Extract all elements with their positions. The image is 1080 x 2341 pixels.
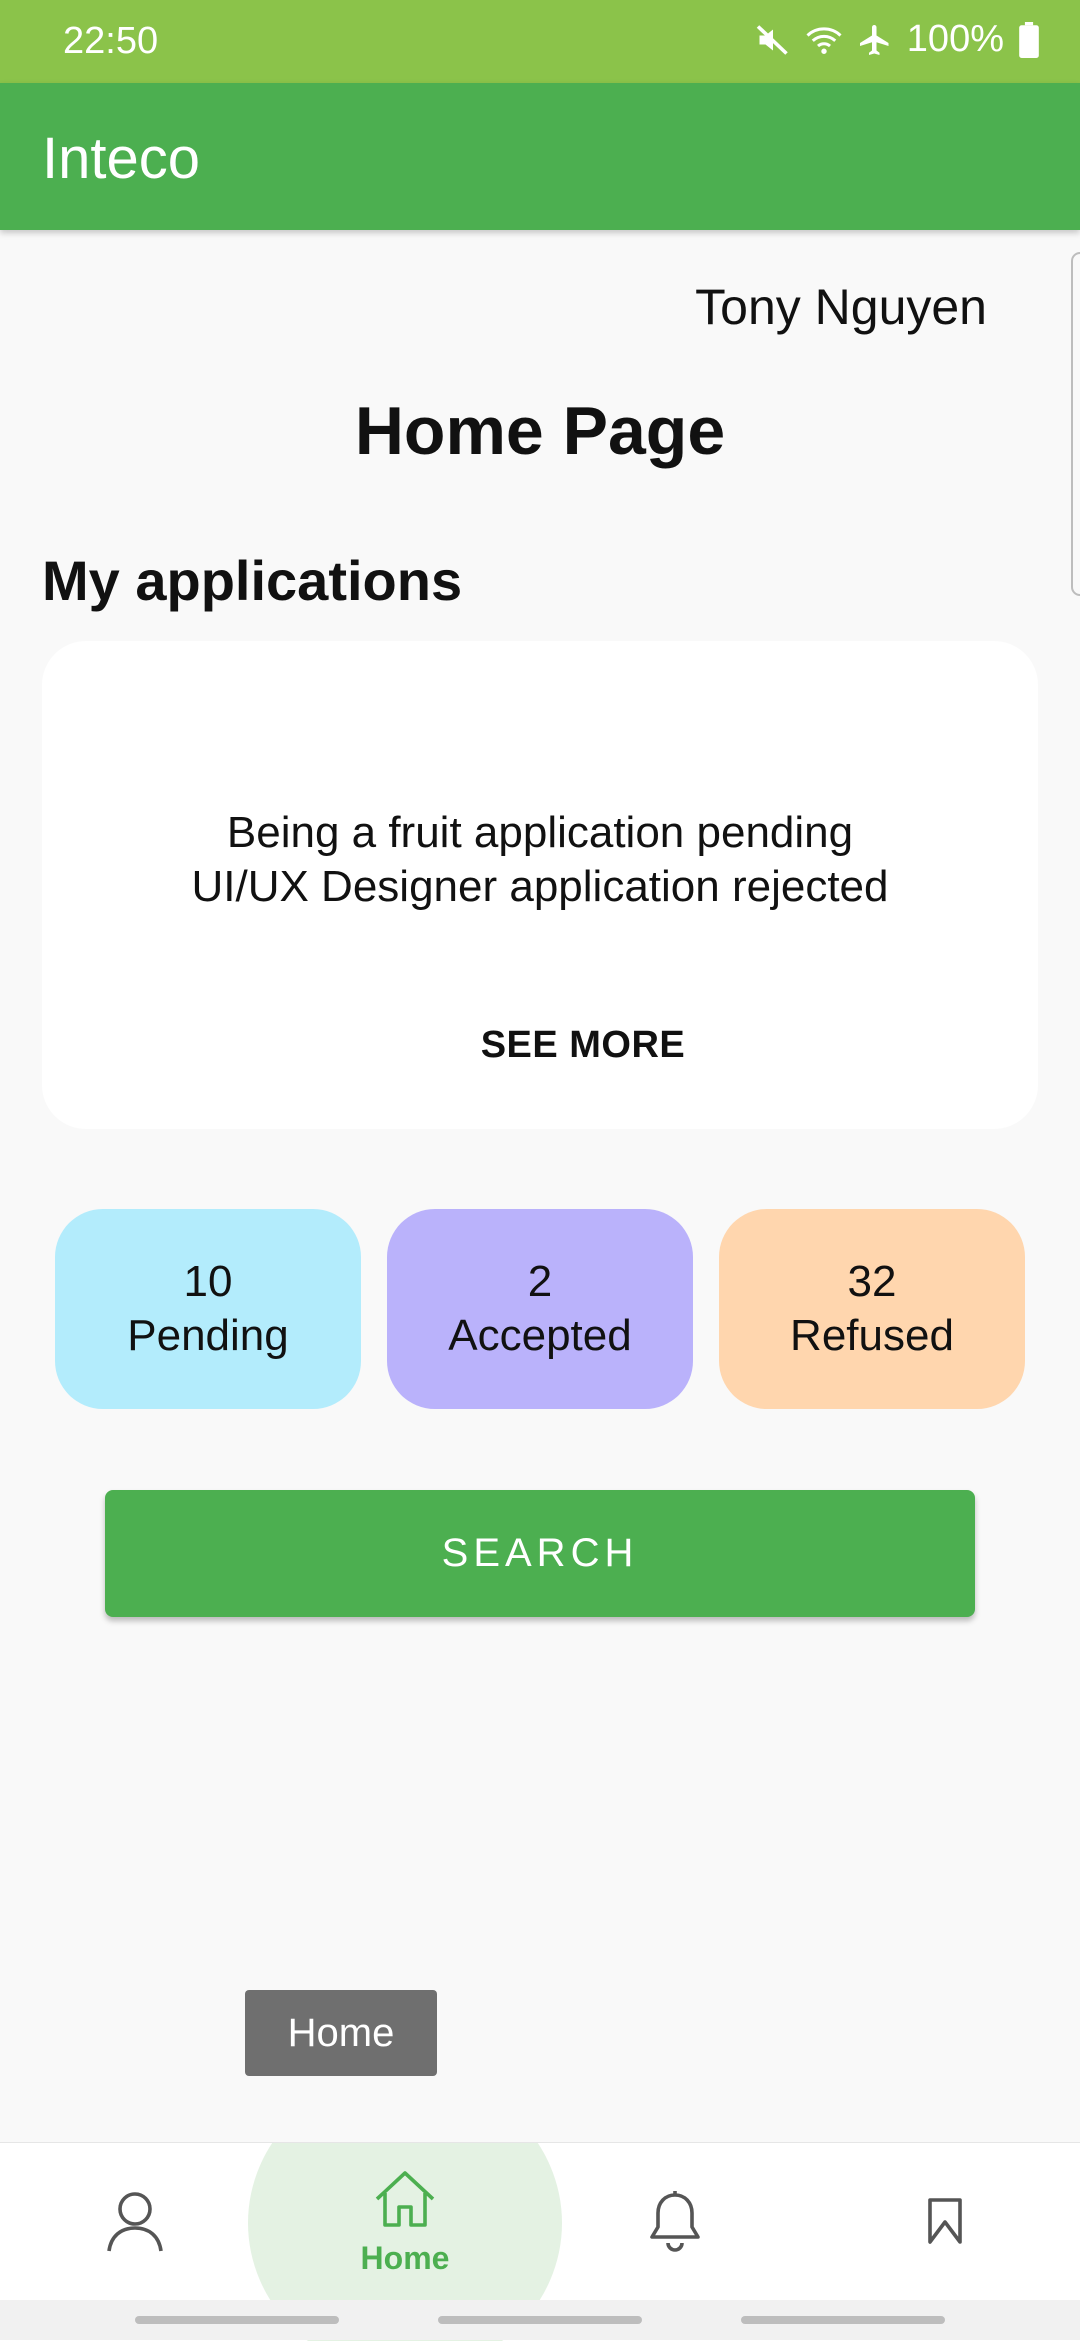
- search-button[interactable]: SEARCH: [105, 1490, 975, 1617]
- nav-item-home-label: Home: [360, 2240, 450, 2276]
- nav-item-profile[interactable]: [80, 2143, 190, 2303]
- pending-label: Pending: [127, 1311, 289, 1360]
- wifi-icon: [805, 22, 843, 58]
- refused-count: 32: [847, 1257, 897, 1306]
- applications-list: Being a fruit application pending UI/UX …: [42, 806, 1038, 914]
- battery-icon: [1018, 21, 1040, 58]
- application-item: UI/UX Designer application rejected: [191, 862, 889, 911]
- bookmark-icon: [926, 2197, 964, 2249]
- profile-icon: [105, 2189, 165, 2258]
- gesture-handle[interactable]: [741, 2316, 945, 2324]
- mute-icon: [755, 22, 791, 58]
- applications-section-title: My applications: [42, 549, 463, 612]
- pending-stat-card[interactable]: 10 Pending: [55, 1209, 361, 1409]
- bell-icon: [646, 2189, 704, 2258]
- status-bar: 22:50 100%: [0, 0, 1080, 83]
- accepted-count: 2: [527, 1257, 553, 1306]
- home-tooltip: Home: [245, 1990, 437, 2076]
- gesture-navigation-bar: [0, 2300, 1080, 2340]
- nav-item-bookmarks[interactable]: [890, 2143, 1000, 2303]
- page-title: Home Page: [354, 393, 726, 469]
- see-more-button[interactable]: SEE MORE: [443, 1024, 723, 1067]
- app-title: Inteco: [42, 126, 200, 191]
- nav-item-notifications[interactable]: [620, 2143, 730, 2303]
- home-icon: [373, 2169, 437, 2234]
- status-time: 22:50: [63, 20, 159, 62]
- accepted-label: Accepted: [448, 1311, 632, 1360]
- refused-stat-card[interactable]: 32 Refused: [719, 1209, 1025, 1409]
- app-bar: Inteco: [0, 83, 1080, 230]
- nav-item-home[interactable]: Home: [300, 2143, 510, 2303]
- status-icons: 100%: [755, 18, 1040, 61]
- battery-percent: 100%: [906, 18, 1004, 60]
- airplane-icon: [857, 22, 893, 58]
- pending-count: 10: [183, 1257, 233, 1306]
- user-name: Tony Nguyen: [695, 279, 987, 335]
- gesture-handle[interactable]: [135, 2316, 339, 2324]
- gesture-handle[interactable]: [438, 2316, 642, 2324]
- application-item: Being a fruit application pending: [226, 808, 854, 857]
- refused-label: Refused: [790, 1311, 954, 1360]
- accepted-stat-card[interactable]: 2 Accepted: [387, 1209, 693, 1409]
